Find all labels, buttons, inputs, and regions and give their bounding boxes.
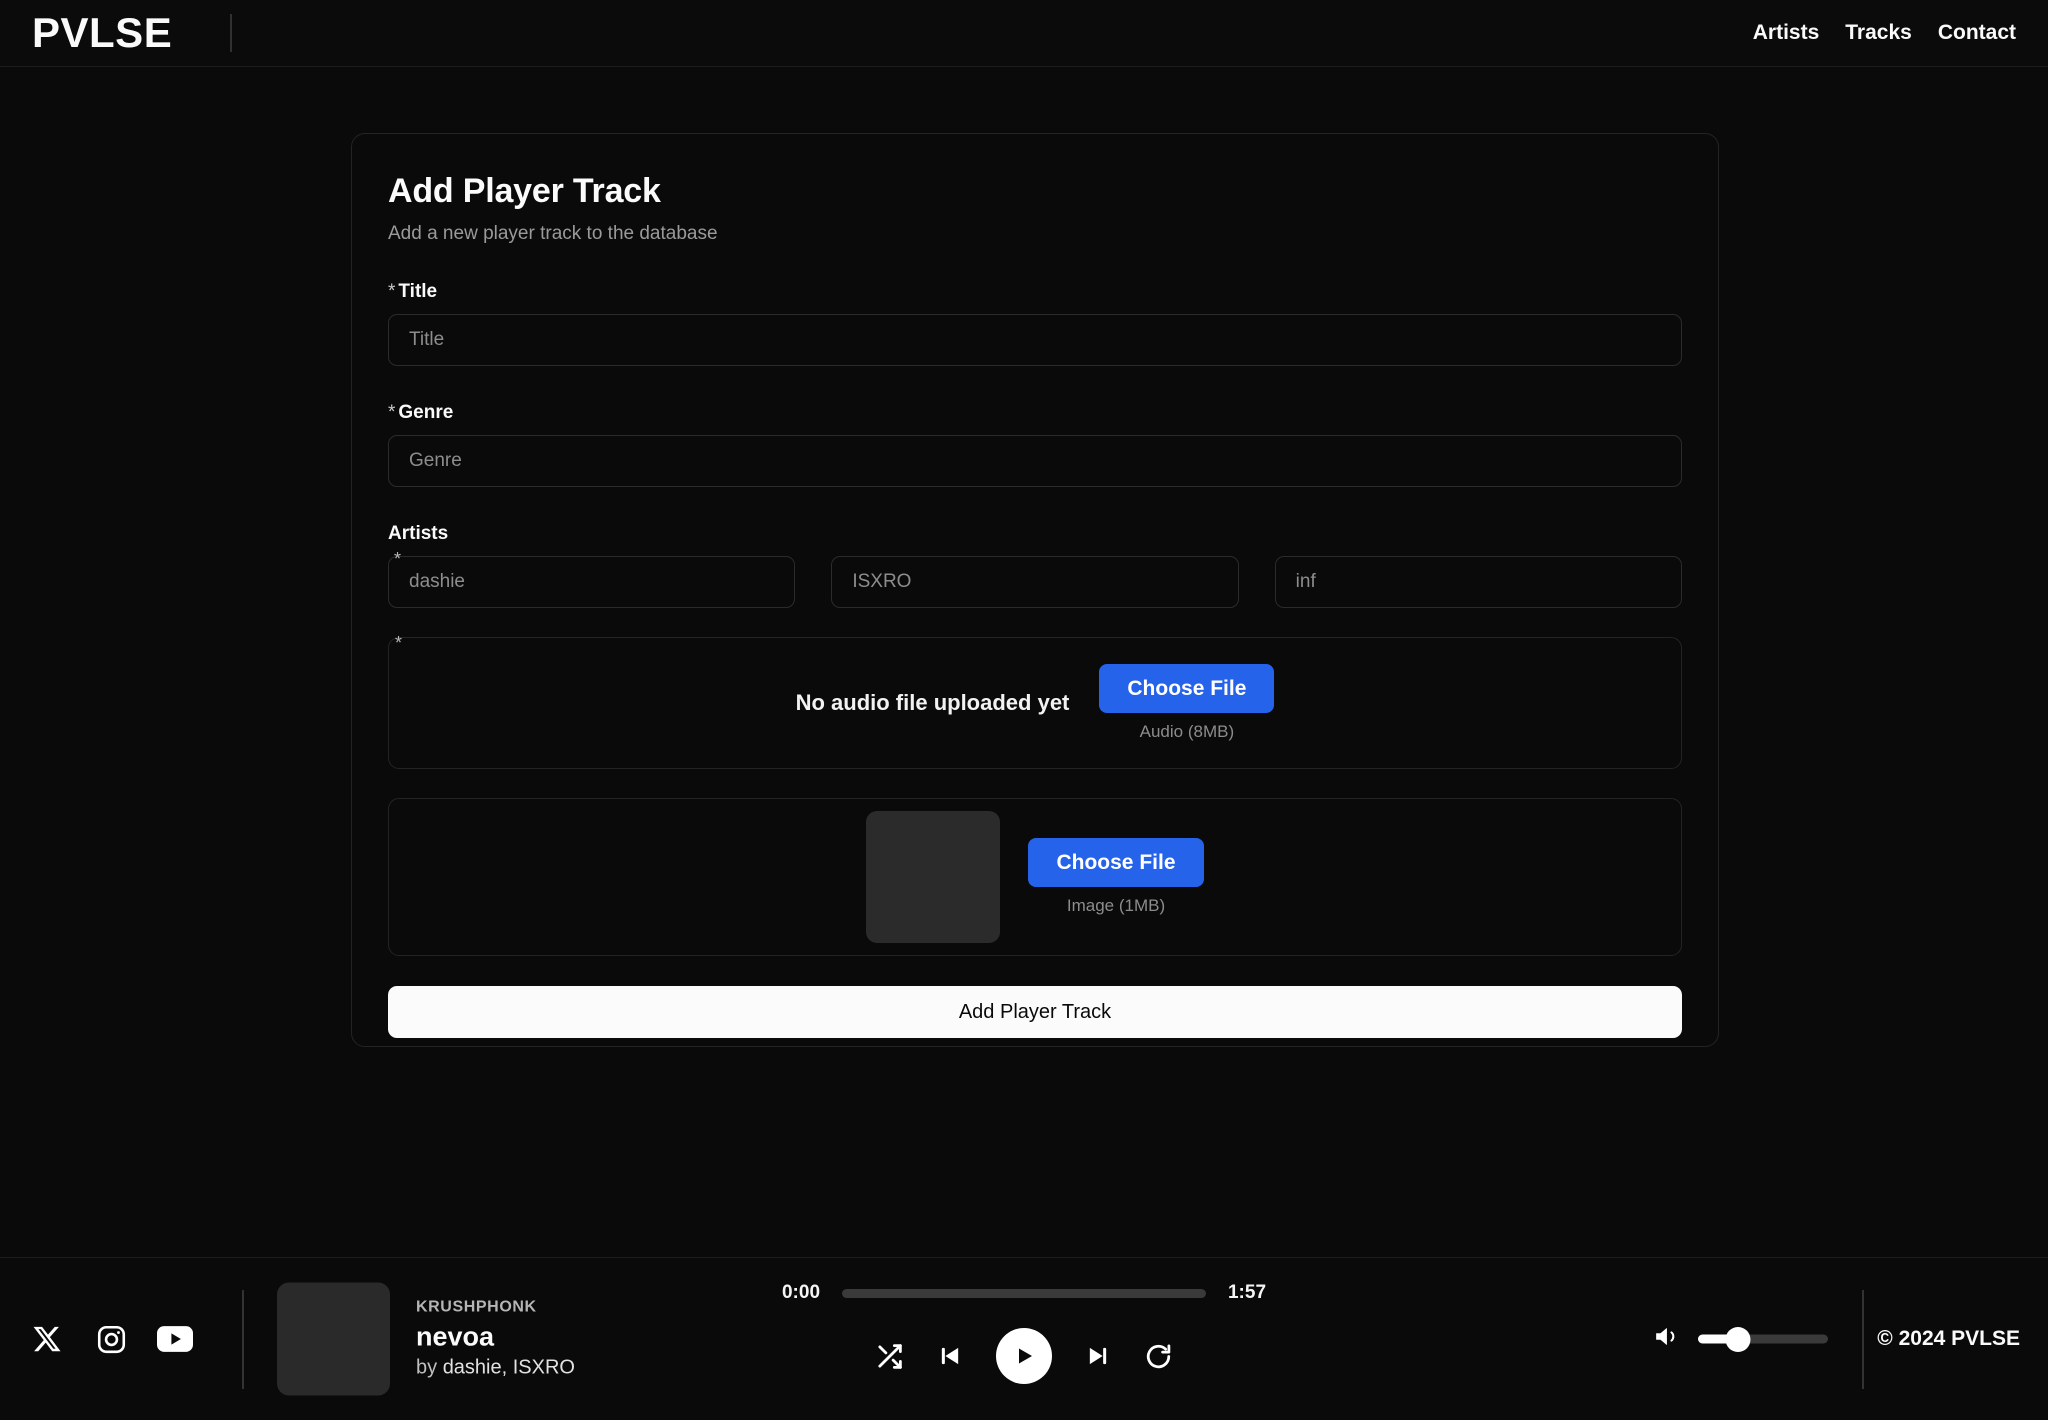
image-size-hint: Image (1MB)	[1066, 896, 1166, 915]
title-required-marker: *	[388, 281, 396, 302]
audio-file-column: Choose File Audio (8MB)	[1099, 664, 1275, 742]
shuffle-icon[interactable]	[875, 1342, 904, 1371]
site-logo[interactable]: PVLSE	[32, 12, 172, 54]
page-title: Add Player Track	[388, 172, 661, 210]
now-playing: KRUSHPHONK nevoa by dashie, ISXRO	[277, 1282, 575, 1396]
now-playing-artists: by dashie, ISXRO	[416, 1357, 575, 1380]
audio-upload-dropzone[interactable]: * No audio file uploaded yet Choose File…	[388, 633, 1682, 769]
artist-input-1[interactable]	[388, 556, 796, 608]
title-label-text: Title	[398, 281, 438, 302]
player-divider-left	[242, 1290, 244, 1389]
player-divider-right	[1862, 1290, 1864, 1389]
add-player-track-submit-button[interactable]: Add Player Track	[388, 986, 1682, 1038]
main-nav: Artists Tracks Contact	[1753, 21, 2016, 45]
site-header: PVLSE Artists Tracks Contact	[0, 0, 2048, 67]
total-time-label: 1:57	[1227, 1282, 1267, 1303]
artist-input-3[interactable]	[1274, 556, 1682, 608]
image-upload-dropzone[interactable]: Choose File Image (1MB)	[388, 798, 1682, 956]
image-thumbnail-placeholder	[866, 811, 1001, 943]
header-divider	[230, 14, 233, 52]
instagram-icon[interactable]	[92, 1320, 130, 1358]
audio-status-text: No audio file uploaded yet	[795, 690, 1070, 715]
artist-input-wrap-1: *	[388, 550, 796, 608]
title-field-label: * Title	[388, 281, 1682, 303]
artist-input-wrap-2	[831, 556, 1239, 608]
genre-required-marker: *	[388, 402, 396, 423]
copyright-text: © 2024 PVLSE	[1877, 1327, 2020, 1350]
artists-row: *	[388, 550, 1682, 608]
nav-link-tracks[interactable]: Tracks	[1845, 21, 1912, 45]
volume-icon[interactable]	[1654, 1324, 1682, 1355]
now-playing-album-art	[277, 1282, 390, 1396]
artist-input-2[interactable]	[831, 556, 1239, 608]
youtube-icon[interactable]	[156, 1320, 194, 1358]
artist-1-required-marker: *	[394, 549, 402, 569]
player-center-controls: 0:00 1:57	[778, 1282, 1270, 1384]
audio-upload-inner: No audio file uploaded yet Choose File A…	[796, 664, 1275, 742]
progress-slider[interactable]	[842, 1288, 1206, 1298]
volume-slider[interactable]	[1698, 1326, 1828, 1352]
current-time-label: 0:00	[781, 1282, 821, 1303]
genre-label-text: Genre	[398, 402, 454, 423]
progress-row: 0:00 1:57	[778, 1282, 1270, 1304]
now-playing-title: nevoa	[416, 1321, 495, 1352]
audio-choose-file-button[interactable]: Choose File	[1099, 664, 1275, 713]
next-track-icon[interactable]	[1084, 1342, 1112, 1370]
volume-knob[interactable]	[1725, 1326, 1751, 1352]
previous-track-icon[interactable]	[936, 1342, 964, 1370]
repeat-icon[interactable]	[1144, 1342, 1173, 1371]
add-player-track-card: Add Player Track Add a new player track …	[351, 133, 1719, 1047]
artists-label: Artists	[388, 523, 449, 544]
nav-link-artists[interactable]: Artists	[1753, 21, 1820, 45]
now-playing-album: KRUSHPHONK	[416, 1298, 537, 1316]
image-file-column: Choose File Image (1MB)	[1028, 838, 1204, 916]
nav-link-contact[interactable]: Contact	[1938, 21, 2016, 45]
transport-controls	[875, 1328, 1173, 1384]
play-icon[interactable]	[996, 1328, 1052, 1384]
image-choose-file-button[interactable]: Choose File	[1028, 838, 1204, 887]
audio-player-bar: KRUSHPHONK nevoa by dashie, ISXRO 0:00 1…	[0, 1257, 2048, 1420]
now-playing-meta: KRUSHPHONK nevoa by dashie, ISXRO	[416, 1299, 575, 1380]
social-links	[28, 1320, 194, 1358]
now-playing-by-prefix: by	[416, 1356, 443, 1379]
now-playing-artist-names: dashie, ISXRO	[442, 1356, 575, 1379]
audio-size-hint: Audio (8MB)	[1139, 722, 1235, 741]
x-twitter-icon[interactable]	[28, 1320, 66, 1358]
title-input[interactable]	[388, 314, 1682, 366]
artist-input-wrap-3	[1274, 556, 1682, 608]
image-upload-inner: Choose File Image (1MB)	[866, 811, 1204, 943]
genre-field-label: * Genre	[388, 402, 1682, 424]
genre-input[interactable]	[388, 435, 1682, 487]
page-subtitle: Add a new player track to the database	[388, 223, 718, 244]
volume-control	[1654, 1324, 1828, 1355]
audio-required-marker: *	[395, 633, 403, 653]
